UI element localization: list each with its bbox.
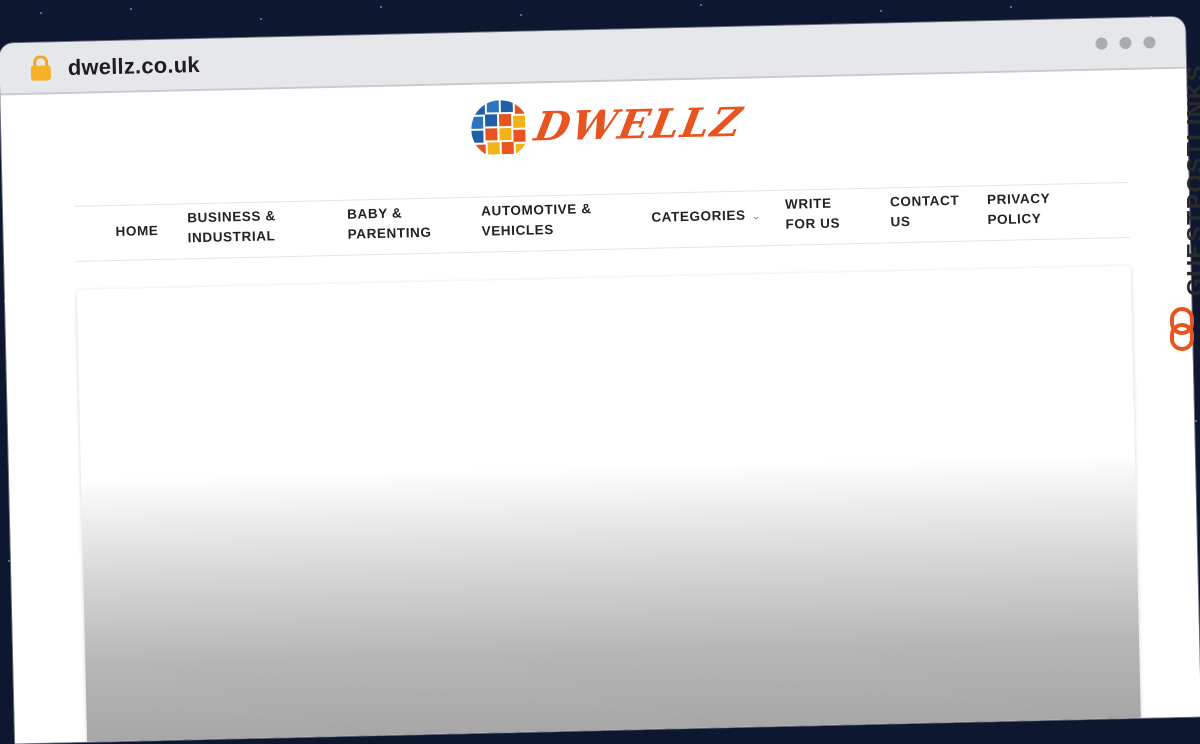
watermark-text: GUESTPOSTLINKS <box>1182 64 1200 296</box>
window-dot-icon[interactable] <box>1119 36 1132 50</box>
nav-item-label: AUTOMOTIVE & <box>480 201 592 219</box>
nav-item-privacy-policy[interactable]: PRIVACY POLICY <box>987 189 1051 230</box>
hero-image-placeholder[interactable] <box>76 265 1142 744</box>
chevron-down-icon: ⌄ <box>751 210 762 223</box>
nav-item-label: FOR US <box>785 215 841 232</box>
url-text[interactable]: dwellz.co.uk <box>68 52 201 81</box>
nav-item-home[interactable]: HOME <box>115 221 158 242</box>
nav-item-label: BABY & <box>347 205 403 222</box>
nav-item-label: PARENTING <box>347 224 432 242</box>
nav-item-contact-us[interactable]: CONTACT US <box>890 191 960 233</box>
nav-item-business-industrial[interactable]: BUSINESS & INDUSTRIAL <box>187 206 276 248</box>
nav-item-label: POLICY <box>987 210 1042 228</box>
nav-item-label: WRITE <box>784 195 832 212</box>
nav-item-baby-parenting[interactable]: BABY & PARENTING <box>347 203 432 245</box>
browser-window: dwellz.co.uk DWELLZ HOME BUSINESS & INDU… <box>0 16 1200 744</box>
nav-item-categories[interactable]: CATEGORIES ⌄ <box>651 205 762 228</box>
nav-item-label: PRIVACY <box>986 190 1051 208</box>
nav-item-label: INDUSTRIAL <box>187 228 276 246</box>
site-logo[interactable]: DWELLZ <box>469 91 747 163</box>
globe-logo-icon <box>470 99 530 159</box>
page-viewport: DWELLZ HOME BUSINESS & INDUSTRIAL BABY &… <box>0 68 1200 744</box>
nav-item-label: CATEGORIES <box>651 207 746 225</box>
browser-scene: dwellz.co.uk DWELLZ HOME BUSINESS & INDU… <box>0 0 1200 744</box>
guestpostlinks-watermark: GUESTPOSTLINKS <box>1160 60 1200 360</box>
nav-item-automotive-vehicles[interactable]: AUTOMOTIVE & VEHICLES <box>481 199 592 241</box>
window-dot-icon[interactable] <box>1143 36 1156 49</box>
lock-icon <box>30 55 52 81</box>
link-icon <box>1170 307 1194 351</box>
window-dot-icon[interactable] <box>1095 37 1108 50</box>
nav-item-label: US <box>890 213 911 230</box>
nav-item-label: HOME <box>115 222 159 239</box>
nav-item-label: CONTACT <box>889 192 960 210</box>
nav-item-label: VEHICLES <box>481 222 555 239</box>
window-controls <box>1095 36 1156 50</box>
nav-item-label: BUSINESS & <box>187 208 276 226</box>
nav-item-write-for-us[interactable]: WRITE FOR US <box>785 194 841 235</box>
main-navigation: HOME BUSINESS & INDUSTRIAL BABY & PARENT… <box>74 181 1130 262</box>
site-logo-text[interactable]: DWELLZ <box>531 99 747 151</box>
